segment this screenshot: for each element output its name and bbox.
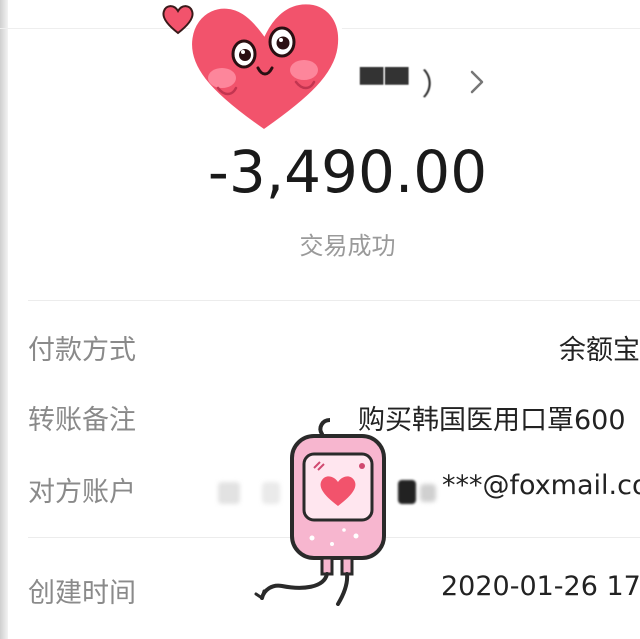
blood-bag-sticker-icon — [254, 418, 386, 606]
counterparty-account-value[interactable]: ***@foxmail.co — [442, 470, 640, 501]
heart-face-sticker-icon — [187, 0, 344, 136]
left-edge-shadow — [0, 0, 8, 639]
transaction-status: 交易成功 — [299, 232, 396, 260]
redacted-chunk — [218, 482, 240, 504]
created-time-value: 2020-01-26 17:1 — [441, 571, 640, 602]
transaction-detail-screen: ▀▀ ） -3,490.00 交易成功 付款方式 余额宝 转账备注 购买韩国医用… — [0, 0, 640, 639]
transaction-amount: -3,490.00 — [207, 138, 488, 206]
payee-name: ▀▀ ） — [360, 68, 454, 103]
chevron-right-icon — [470, 70, 483, 94]
transfer-note-label: 转账备注 — [28, 405, 136, 436]
created-time-label: 创建时间 — [28, 578, 136, 609]
payee-row[interactable]: ▀▀ ） — [360, 62, 490, 103]
counterparty-account-label: 对方账户 — [28, 477, 136, 508]
payment-method-value: 余额宝 — [559, 335, 640, 366]
section-divider — [28, 300, 640, 301]
redacted-chunk — [420, 484, 436, 502]
payment-method-label: 付款方式 — [28, 335, 136, 366]
